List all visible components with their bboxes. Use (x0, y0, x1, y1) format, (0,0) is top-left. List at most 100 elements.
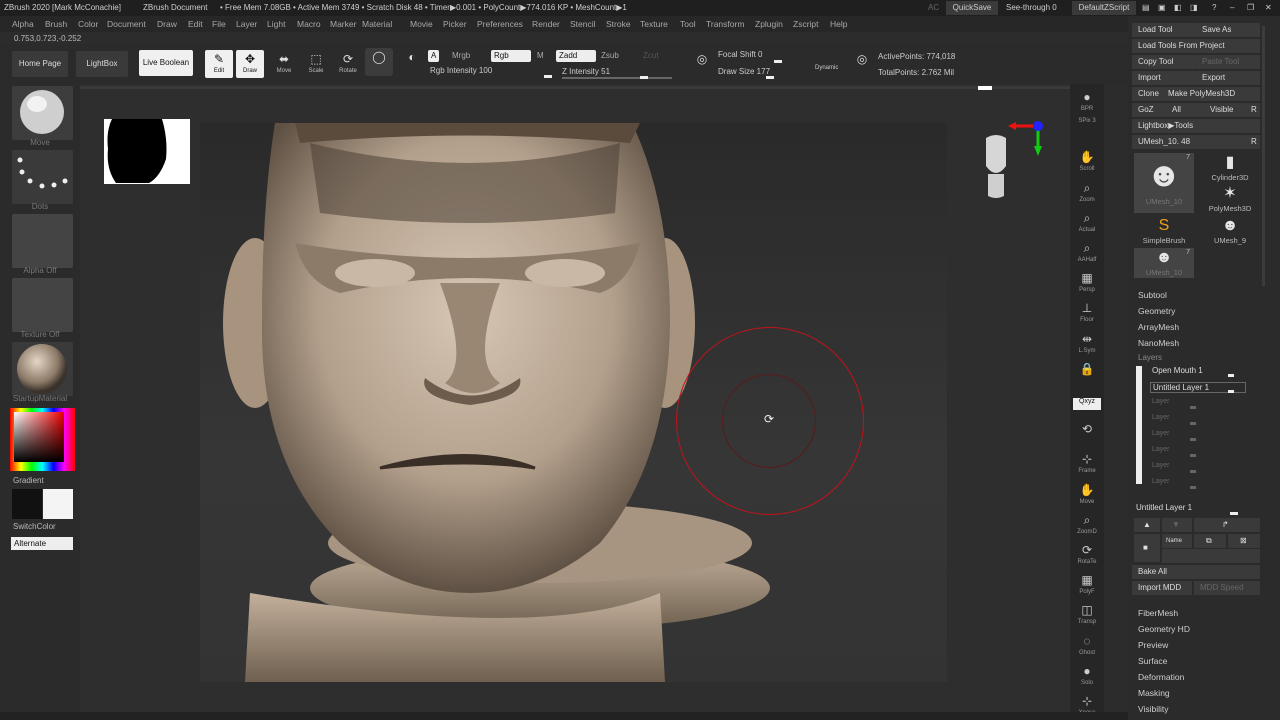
paste-tool-button[interactable]: Paste Tool (1196, 55, 1260, 69)
menu-draw[interactable]: Draw (157, 16, 177, 32)
switch-color-button[interactable]: SwitchColor (13, 522, 56, 531)
menu-texture[interactable]: Texture (640, 16, 668, 32)
tool-rotate-button[interactable]: ⟳ Rotate (334, 50, 362, 78)
color-mode-icon[interactable]: ◐ (398, 48, 426, 76)
layer-down-icon[interactable]: ▼ (1162, 518, 1192, 532)
z-intensity-slider[interactable]: Z Intensity 51 (562, 67, 610, 76)
view-button-polyf[interactable]: ▦ PolyF (1073, 571, 1101, 599)
alpha-thumbnail[interactable] (12, 214, 73, 268)
default-zscript-button[interactable]: DefaultZScript (1072, 1, 1136, 15)
maximize-icon[interactable]: ❐ (1247, 0, 1254, 16)
menu-stroke[interactable]: Stroke (606, 16, 631, 32)
menu-zplugin[interactable]: Zplugin (755, 16, 783, 32)
view-button-spix-3[interactable]: SPix 3 (1073, 118, 1101, 146)
layer-name-button[interactable]: Name (1162, 534, 1192, 548)
rgb-intensity-slider[interactable]: Rgb Intensity 100 (430, 66, 492, 75)
alternate-button[interactable]: Alternate (11, 537, 73, 550)
layer-item[interactable]: Layer (1152, 414, 1170, 421)
tool-edit-button[interactable]: ✎ Edit (205, 50, 233, 78)
palette-menu-preview[interactable]: Preview (1138, 640, 1168, 650)
goz-visible-button[interactable]: Visible (1204, 103, 1248, 117)
palette-menu-arraymesh[interactable]: ArrayMesh (1138, 322, 1179, 332)
view-button-ghost[interactable]: ◌ Ghost (1073, 632, 1101, 660)
view-button-item-11[interactable]: ⟲ (1073, 420, 1101, 448)
load-tool-button[interactable]: Load Tool (1132, 23, 1196, 37)
menu-movie[interactable]: Movie (410, 16, 433, 32)
menu-edit[interactable]: Edit (188, 16, 203, 32)
palette-menu-visibility[interactable]: Visibility (1138, 704, 1169, 714)
focal-shift-knob[interactable] (774, 60, 782, 63)
palette-menu-subtool[interactable]: Subtool (1138, 290, 1167, 300)
import-mdd-button[interactable]: Import MDD (1132, 581, 1192, 595)
restore-layout-icon[interactable]: ▣ (1158, 0, 1166, 16)
menu-material[interactable]: Material (362, 16, 392, 32)
material-thumbnail[interactable] (12, 342, 73, 396)
view-button-item-9[interactable]: 🔒 (1073, 360, 1101, 388)
view-button-rotate[interactable]: ⟳ RotaTe (1073, 541, 1101, 569)
layer-item[interactable]: Layer (1152, 462, 1170, 469)
z-intensity-knob[interactable] (640, 76, 648, 79)
tool-thumbnail-simplebrush[interactable]: S SimpleBrush (1134, 216, 1194, 246)
view-button-solo[interactable]: ● Solo (1073, 662, 1101, 690)
menu-preferences[interactable]: Preferences (477, 16, 523, 32)
menu-zscript[interactable]: Zscript (793, 16, 819, 32)
palette-menu-fibermesh[interactable]: FiberMesh (1138, 608, 1178, 618)
bake-all-button[interactable]: Bake All (1132, 565, 1260, 579)
palette-menu-nanomesh[interactable]: NanoMesh (1138, 338, 1179, 348)
goz-all-button[interactable]: All (1166, 103, 1204, 117)
horizontal-scrollbar[interactable] (80, 86, 1090, 89)
material-sphere-icon[interactable]: ◯ (365, 48, 393, 76)
copy-tool-button[interactable]: Copy Tool (1132, 55, 1196, 69)
tool-thumbnail-umesh_9[interactable]: ☻ UMesh_9 (1200, 216, 1260, 246)
menu-stencil[interactable]: Stencil (570, 16, 596, 32)
menu-layer[interactable]: Layer (236, 16, 257, 32)
mrgb-button[interactable]: Mrgb (449, 50, 473, 62)
menu-document[interactable]: Document (107, 16, 146, 32)
lazy-mouse-icon[interactable]: ◎ (688, 50, 716, 78)
view-gyro[interactable] (976, 118, 1046, 202)
export-button[interactable]: Export (1196, 71, 1260, 85)
focal-shift-slider[interactable]: Focal Shift 0 (718, 50, 762, 59)
menu-render[interactable]: Render (532, 16, 560, 32)
menu-toggle-icon[interactable]: ▤ (1142, 0, 1150, 16)
see-through-slider[interactable]: See-through 0 (1006, 0, 1057, 16)
layout-icon[interactable]: ◧ (1174, 0, 1182, 16)
texture-thumbnail[interactable] (12, 278, 73, 332)
menu-color[interactable]: Color (78, 16, 98, 32)
layer-item[interactable]: Layer (1152, 398, 1170, 405)
palette-menu-deformation[interactable]: Deformation (1138, 672, 1184, 682)
tool-thumbnail-umesh_10[interactable]: ☻ UMesh_10 7 (1134, 153, 1194, 213)
zsub-button[interactable]: Zsub (598, 50, 622, 62)
menu-transform[interactable]: Transform (706, 16, 744, 32)
view-button-zoom[interactable]: ⌕ Zoom (1073, 179, 1101, 207)
layer-item[interactable]: Layer (1152, 430, 1170, 437)
layer-item[interactable]: Layer (1152, 478, 1170, 485)
goz-button[interactable]: GoZ (1132, 103, 1166, 117)
tool-move-button[interactable]: ⬌ Move (270, 50, 298, 78)
view-button-persp[interactable]: ▦ Persp (1073, 269, 1101, 297)
view-button-floor[interactable]: ⊥ Floor (1073, 299, 1101, 327)
menu-alpha[interactable]: Alpha (12, 16, 34, 32)
view-button-aahalf[interactable]: ⌕ AAHalf (1073, 239, 1101, 267)
navigator-thumbnail[interactable] (104, 119, 190, 184)
zadd-button[interactable]: Zadd (556, 50, 596, 62)
minimize-icon[interactable]: – (1230, 0, 1234, 16)
main-color-swatch[interactable] (12, 489, 42, 519)
close-icon[interactable]: ✕ (1265, 0, 1272, 16)
live-boolean-button[interactable]: Live Boolean (139, 50, 193, 76)
view-button-move[interactable]: ✋ Move (1073, 481, 1101, 509)
make-polymesh-button[interactable]: Make PolyMesh3D (1162, 87, 1260, 101)
menu-file[interactable]: File (212, 16, 226, 32)
view-button-zoomd[interactable]: ⌕ ZoomD (1073, 511, 1101, 539)
dynamic-toggle[interactable]: Dynamic (815, 65, 838, 71)
view-button-l-sym[interactable]: ⇹ L.Sym (1073, 330, 1101, 358)
view-button-actual[interactable]: ⌕ Actual (1073, 209, 1101, 237)
scroll-thumb[interactable] (978, 86, 992, 90)
tool-thumbnail-polymesh3d[interactable]: ✶ PolyMesh3D (1200, 184, 1260, 214)
clone-button[interactable]: Clone (1132, 87, 1162, 101)
color-picker[interactable] (10, 408, 75, 471)
lightbox-button[interactable]: LightBox (76, 51, 128, 77)
view-button-qxyz[interactable]: Qxyz (1073, 398, 1101, 410)
layer-item[interactable]: Layer (1152, 446, 1170, 453)
tool-draw-button[interactable]: ✥ Draw (236, 50, 264, 78)
